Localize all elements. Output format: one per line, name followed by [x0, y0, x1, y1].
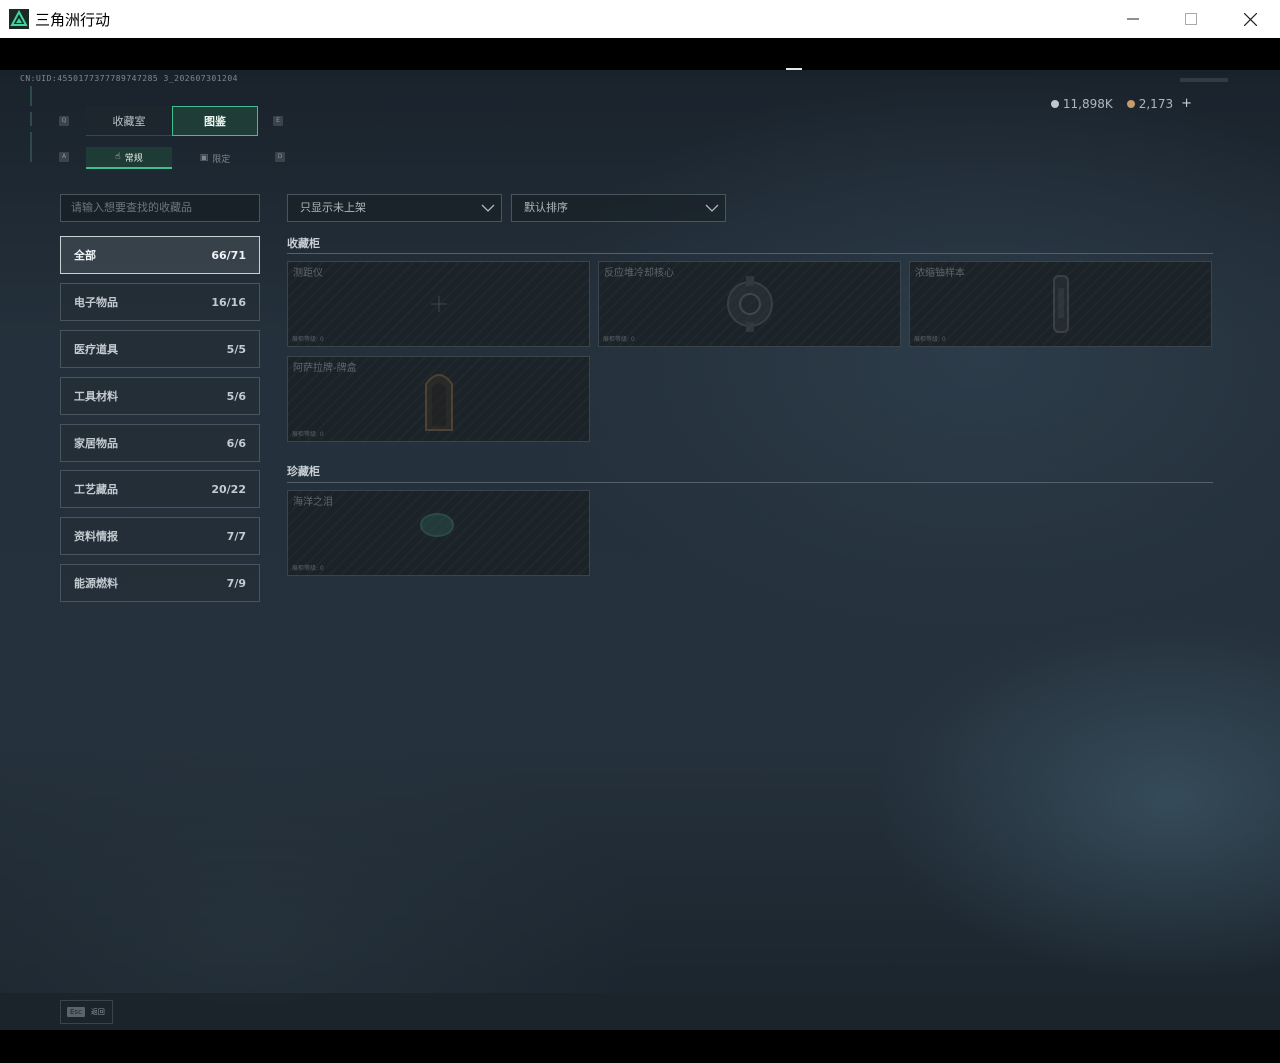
item-level: 展柜等级: 0	[292, 336, 324, 343]
category-count: 5/6	[226, 389, 246, 403]
category-count: 20/22	[211, 482, 246, 496]
category-count: 16/16	[211, 295, 246, 309]
category-label: 电子物品	[74, 296, 118, 309]
silver-amount: 11,898K	[1062, 96, 1113, 111]
category-household[interactable]: 家居物品 6/6	[60, 424, 260, 462]
dropdown-value: 只显示未上架	[300, 201, 366, 214]
category-crafts[interactable]: 工艺藏品 20/22	[60, 470, 260, 508]
top-letterbox	[0, 38, 1280, 70]
tab-label: 图鉴	[204, 115, 226, 128]
card-box-icon	[424, 374, 453, 431]
bronze-currency: 2,173 +	[1126, 96, 1192, 111]
item-name: 测距仪	[293, 268, 323, 279]
category-medical[interactable]: 医疗道具 5/5	[60, 330, 260, 368]
category-electronics[interactable]: 电子物品 16/16	[60, 283, 260, 321]
section-divider	[287, 482, 1213, 483]
bottom-letterbox	[0, 1030, 1280, 1063]
key-hint-q: Q	[59, 116, 69, 126]
item-level: 展柜等级: 0	[603, 336, 635, 343]
tab-label: 限定	[212, 154, 231, 165]
item-name: 阿萨拉牌-牌盒	[293, 363, 357, 374]
tab-label: 收藏室	[112, 114, 146, 128]
esc-key-hint: Esc	[67, 1007, 85, 1017]
dropdown-value: 默认排序	[524, 201, 568, 214]
silver-coin-icon	[1050, 99, 1059, 108]
chevron-down-icon	[481, 204, 495, 212]
silver-currency: 11,898K	[1050, 96, 1113, 111]
category-energy[interactable]: 能源燃料 7/9	[60, 564, 260, 602]
item-level: 展柜等级: 0	[292, 431, 324, 438]
item-name: 浓缩铀样本	[915, 268, 965, 279]
item-level: 展柜等级: 0	[914, 336, 946, 343]
close-icon	[1243, 12, 1257, 26]
section-divider	[287, 253, 1213, 254]
tab-catalog[interactable]: 图鉴	[172, 106, 258, 136]
category-count: 66/71	[211, 248, 246, 262]
rangefinder-icon	[430, 296, 447, 312]
currency-display: 11,898K 2,173 +	[1050, 96, 1192, 111]
category-count: 7/9	[226, 576, 246, 590]
hand-icon: ☝	[115, 152, 121, 162]
bronze-amount: 2,173	[1138, 96, 1174, 111]
category-label: 能源燃料	[74, 577, 118, 590]
uranium-sample-icon	[1052, 275, 1069, 333]
search-input[interactable]: 请输入想要查找的收藏品	[60, 194, 260, 222]
category-intel[interactable]: 资料情报 7/7	[60, 517, 260, 555]
category-label: 医疗道具	[74, 343, 118, 356]
collection-item-card[interactable]: 测距仪 展柜等级: 0	[287, 261, 590, 347]
collection-item-card[interactable]: 浓缩铀样本 展柜等级: 0	[909, 261, 1212, 347]
tab-collection-room[interactable]: 收藏室	[86, 106, 172, 136]
tab-label: 常规	[124, 153, 143, 164]
top-indicator	[786, 68, 802, 70]
reactor-core-icon	[726, 276, 773, 332]
back-button[interactable]: Esc 返回	[60, 1000, 113, 1024]
category-label: 资料情报	[74, 530, 118, 543]
category-label: 工艺藏品	[74, 483, 118, 496]
window-title: 三角洲行动	[35, 11, 111, 29]
minimize-icon	[1127, 18, 1139, 20]
item-name: 海洋之泪	[293, 497, 333, 508]
collection-item-card[interactable]: 阿萨拉牌-牌盒 展柜等级: 0	[287, 356, 590, 442]
collection-item-card[interactable]: 反应堆冷却核心 展柜等级: 0	[598, 261, 901, 347]
tab-regular[interactable]: ☝ 常规	[86, 147, 172, 169]
ocean-tear-gem-icon	[419, 513, 454, 537]
key-hint-e: E	[273, 116, 283, 126]
close-button[interactable]	[1221, 0, 1279, 38]
category-tools[interactable]: 工具材料 5/6	[60, 377, 260, 415]
delta-force-logo-icon	[9, 9, 29, 29]
maximize-icon	[1185, 13, 1197, 25]
section-title-treasure-cabinet: 珍藏柜	[287, 465, 320, 478]
minimize-button[interactable]	[1104, 0, 1162, 38]
maximize-button[interactable]	[1162, 0, 1220, 38]
bronze-coin-icon	[1126, 99, 1135, 108]
category-count: 7/7	[226, 529, 246, 543]
sort-dropdown[interactable]: 默认排序	[511, 194, 726, 222]
category-count: 6/6	[226, 436, 246, 450]
top-right-decoration	[1180, 78, 1228, 82]
tab-limited[interactable]: ▣ 限定	[172, 147, 258, 169]
window-titlebar: 三角洲行动	[0, 0, 1280, 38]
badge-icon: ▣	[199, 153, 209, 163]
back-label: 返回	[90, 1008, 105, 1016]
display-filter-dropdown[interactable]: 只显示未上架	[287, 194, 502, 222]
game-viewport: CN:UID:4550177377789747285 3_20260730120…	[0, 38, 1280, 1030]
chevron-down-icon	[705, 204, 719, 212]
item-level: 展柜等级: 0	[292, 565, 324, 572]
category-label: 全部	[74, 249, 96, 262]
bottom-bar	[0, 993, 1280, 1030]
item-name: 反应堆冷却核心	[604, 268, 674, 279]
category-label: 家居物品	[74, 437, 118, 450]
key-hint-a: A	[59, 152, 69, 162]
left-decoration	[26, 86, 36, 176]
key-hint-d: D	[275, 152, 285, 162]
category-label: 工具材料	[74, 390, 118, 403]
category-all[interactable]: 全部 66/71	[60, 236, 260, 274]
section-title-collection-cabinet: 收藏柜	[287, 237, 320, 250]
category-count: 5/5	[226, 342, 246, 356]
add-currency-button[interactable]: +	[1181, 96, 1192, 111]
player-uid: CN:UID:4550177377789747285 3_20260730120…	[20, 74, 238, 83]
collection-item-card[interactable]: 海洋之泪 展柜等级: 0	[287, 490, 590, 576]
